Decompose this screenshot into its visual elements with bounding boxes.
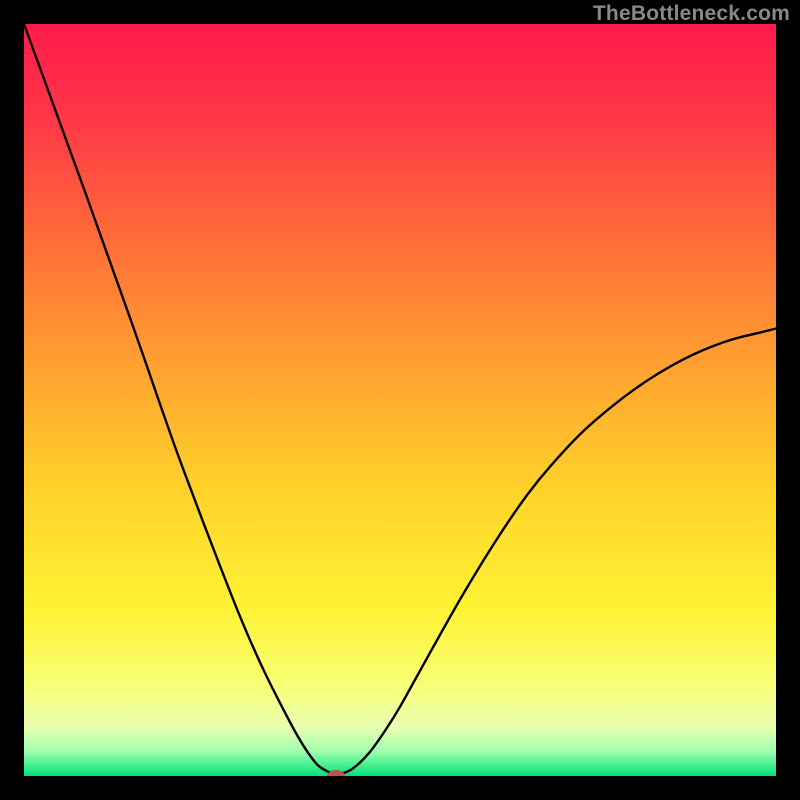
gradient-background <box>24 24 776 776</box>
watermark-text: TheBottleneck.com <box>593 2 790 26</box>
bottleneck-chart <box>24 24 776 776</box>
chart-frame <box>24 24 776 776</box>
